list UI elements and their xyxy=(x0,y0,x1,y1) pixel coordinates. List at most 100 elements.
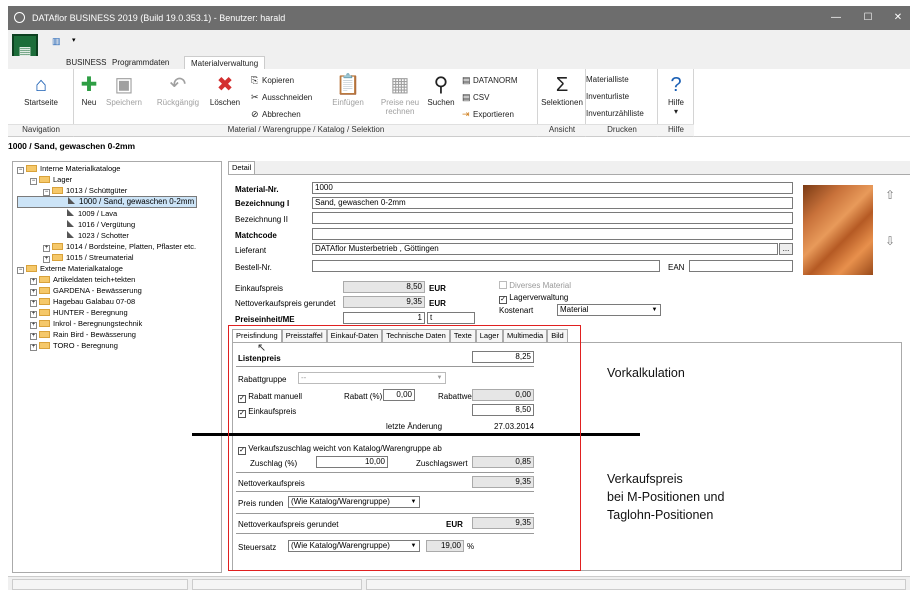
tab-programmdaten[interactable]: Programmdaten xyxy=(106,56,175,70)
expander-icon[interactable]: + xyxy=(30,311,37,318)
tab-materialverwaltung[interactable]: Materialverwaltung xyxy=(184,56,266,70)
tree-node[interactable]: + HUNTER - Beregnung xyxy=(17,307,197,318)
me-field[interactable]: t xyxy=(427,312,475,324)
tab-business[interactable]: BUSINESS xyxy=(60,56,112,70)
folder-icon xyxy=(26,165,37,172)
bez1-field[interactable]: Sand, gewaschen 0-2mm xyxy=(312,197,793,209)
lieferant-lookup-button[interactable]: ... xyxy=(779,243,793,255)
einfuegen-button[interactable]: 📋 Einfügen xyxy=(328,72,368,107)
tree-node[interactable]: + TORO - Beregnung xyxy=(17,340,197,351)
rueckgaengig-button[interactable]: ↶ Rückgängig xyxy=(154,72,202,107)
tree-node[interactable]: + Hagebau Galabau 07-08 xyxy=(17,296,197,307)
tree-node[interactable]: 1000 / Sand, gewaschen 0-2mm xyxy=(17,196,198,208)
ean-label: EAN xyxy=(668,263,685,272)
preise-neu-button[interactable]: ▦ Preise neu rechnen xyxy=(376,72,424,116)
minimize-button[interactable]: — xyxy=(822,8,850,28)
image-up-icon[interactable]: ⇧ xyxy=(885,188,895,202)
qat-arrow[interactable]: ▾ xyxy=(72,36,76,44)
inventurzaehlliste-button[interactable]: Inventurzählliste xyxy=(586,109,644,118)
calculator-icon: ▦ xyxy=(390,74,410,96)
tree-node[interactable]: + Artikeldaten teich+tekten xyxy=(17,274,197,285)
expander-icon[interactable]: − xyxy=(17,167,24,174)
maximize-button[interactable]: ☐ xyxy=(854,8,882,28)
matchcode-field[interactable] xyxy=(312,228,793,240)
grid-icon[interactable]: ▥ xyxy=(52,36,61,47)
tree-node-label: 1015 / Streumaterial xyxy=(66,253,134,262)
material-icon xyxy=(68,197,75,204)
image-down-icon[interactable]: ⇩ xyxy=(885,234,895,248)
folder-icon xyxy=(52,243,63,250)
lieferant-field[interactable]: DATAflor Musterbetrieb , Göttingen xyxy=(312,243,778,255)
sigma-icon: Σ xyxy=(555,74,569,96)
catalog-tree: − Interne Materialkataloge − Lager −1013 / S… xyxy=(12,161,222,573)
folder-icon xyxy=(39,287,50,294)
ausschneiden-button[interactable]: ✂ Ausschneiden xyxy=(251,92,312,103)
bez2-field[interactable] xyxy=(312,212,793,224)
matchcode-label: Matchcode xyxy=(235,231,277,240)
datanorm-button[interactable]: ▤ DATANORM xyxy=(462,75,518,86)
exportieren-button[interactable]: ⇥ Exportieren xyxy=(462,109,514,120)
tree-node[interactable]: − Externe Materialkataloge xyxy=(17,263,197,274)
tree-node[interactable]: + Inkrol - Beregnungstechnik xyxy=(17,318,197,329)
hilfe-button[interactable]: ? Hilfe ▾ xyxy=(658,72,694,116)
material-nr-field[interactable]: 1000 xyxy=(312,182,793,194)
expander-icon[interactable]: + xyxy=(30,278,37,285)
expander-icon[interactable]: + xyxy=(30,344,37,351)
expander-icon[interactable]: + xyxy=(43,245,50,252)
group-hilfe: ? Hilfe ▾ Hilfe xyxy=(658,69,694,137)
lagerverwaltung-checkbox[interactable]: ✓ Lagerverwaltung xyxy=(499,293,568,304)
kostenart-select[interactable]: Material ▼ xyxy=(557,304,661,316)
tree-node[interactable]: 1009 / Lava xyxy=(17,208,197,219)
ribbon-tabs: BUSINESS Programmdaten Materialverwaltun… xyxy=(8,56,910,70)
group-navigation: ⌂ Startseite Navigation xyxy=(8,69,74,137)
inventurliste-button[interactable]: Inventurliste xyxy=(586,92,629,101)
annotation-verkaufspreis: Verkaufspreis xyxy=(607,472,683,486)
neu-button[interactable]: ✚ Neu xyxy=(78,72,100,107)
tree-node-label: 1000 / Sand, gewaschen 0-2mm xyxy=(79,197,195,206)
expander-icon[interactable]: + xyxy=(30,333,37,340)
csv-icon: ▤ xyxy=(462,92,471,102)
tree-node[interactable]: 1023 / Schotter xyxy=(17,230,197,241)
tree-node[interactable]: − Lager xyxy=(17,174,197,185)
materialliste-button[interactable]: Materialliste xyxy=(586,75,629,84)
expander-icon[interactable]: − xyxy=(30,178,37,185)
annotation-taglohn: Taglohn-Positionen xyxy=(607,508,714,522)
tree-node[interactable]: 1016 / Vergütung xyxy=(17,219,197,230)
expander-icon[interactable]: + xyxy=(43,256,50,263)
bestell-field[interactable] xyxy=(312,260,660,272)
tab-detail[interactable]: Detail xyxy=(228,161,256,174)
abbrechen-button[interactable]: ⊘ Abbrechen xyxy=(251,109,301,120)
expander-icon[interactable]: + xyxy=(30,289,37,296)
kopieren-button[interactable]: ⎘ Kopieren xyxy=(251,75,294,86)
selektionen-button[interactable]: Σ Selektionen xyxy=(538,72,586,107)
tree-node[interactable]: + Rain Bird - Bewässerung xyxy=(17,329,197,340)
ean-field[interactable] xyxy=(689,260,793,272)
csv-button[interactable]: ▤ CSV xyxy=(462,92,489,103)
loeschen-button[interactable]: ✖ Löschen xyxy=(207,72,243,107)
tree-node-label: Inkrol - Beregnungstechnik xyxy=(53,319,143,328)
close-button[interactable]: ✕ xyxy=(884,8,912,28)
expander-icon[interactable]: − xyxy=(43,189,50,196)
bestell-label: Bestell-Nr. xyxy=(235,263,272,272)
tree-node[interactable]: +1015 / Streumaterial xyxy=(17,252,197,263)
group-drucken: Materialliste Inventurliste Inventurzähl… xyxy=(586,69,658,137)
pe-field[interactable]: 1 xyxy=(343,312,425,324)
tree-node[interactable]: − 1013 / Schüttgüter xyxy=(17,185,197,196)
expander-icon[interactable]: − xyxy=(17,267,24,274)
tree-node-label: 1016 / Vergütung xyxy=(78,220,136,229)
diverses-checkbox[interactable]: Diverses Material xyxy=(499,281,571,290)
tree-node[interactable]: +1014 / Bordsteine, Platten, Pflaster et… xyxy=(17,241,197,252)
tree-node[interactable]: − Interne Materialkataloge xyxy=(17,163,197,174)
suchen-button[interactable]: ⚲ Suchen xyxy=(426,72,456,107)
quick-access-toolbar: ▦ ▥ ▾ xyxy=(8,30,910,68)
title-bar: DATAflor BUSINESS 2019 (Build 19.0.353.1… xyxy=(8,6,910,30)
expander-icon[interactable]: + xyxy=(30,322,37,329)
expander-icon[interactable]: + xyxy=(30,300,37,307)
speichern-button[interactable]: ▣ Speichern xyxy=(104,72,144,107)
material-nr-label: Material-Nr. xyxy=(235,185,279,194)
tree-node-label: Rain Bird - Bewässerung xyxy=(53,330,136,339)
binoculars-icon: ⚲ xyxy=(433,74,449,96)
startseite-button[interactable]: ⌂ Startseite xyxy=(16,72,66,107)
tree-node[interactable]: + GARDENA - Bewässerung xyxy=(17,285,197,296)
group-label-material: Material / Warengruppe / Katalog / Selek… xyxy=(74,124,538,136)
